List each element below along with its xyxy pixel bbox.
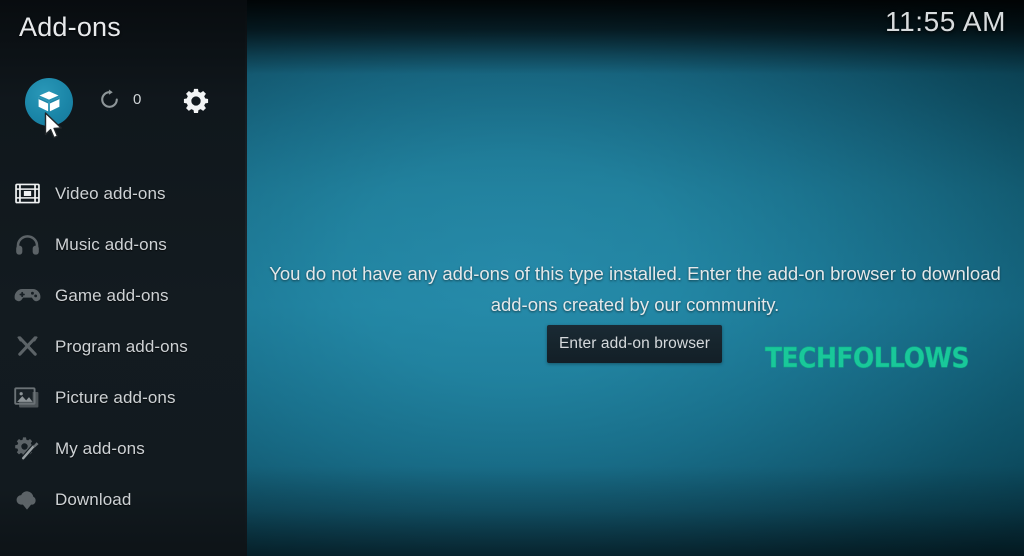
sidebar-item-picture-add-ons[interactable]: Picture add-ons <box>0 372 247 423</box>
page-title: Add-ons <box>19 12 121 42</box>
sidebar-item-music-add-ons[interactable]: Music add-ons <box>0 219 247 270</box>
screwdriver-wrench-icon <box>10 332 44 362</box>
sidebar-item-label: Picture add-ons <box>55 387 176 407</box>
gear-screwdriver-icon <box>10 434 44 464</box>
sidebar-item-video-add-ons[interactable]: Video add-ons <box>0 168 247 219</box>
refresh-icon <box>101 89 118 108</box>
sidebar-item-label: Program add-ons <box>55 336 188 356</box>
clock: 11:55 AM <box>884 6 1006 37</box>
sidebar-item-game-add-ons[interactable]: Game add-ons <box>0 270 247 321</box>
sidebar-item-label: Game add-ons <box>55 285 169 305</box>
arrow-pointer-cursor <box>44 112 62 139</box>
cloud-download-icon <box>10 485 44 515</box>
gear-icon <box>183 88 209 114</box>
sidebar-item-label: Download <box>55 489 132 509</box>
sidebar: Add-ons 0 Video add-ons Music add-ons Ga… <box>0 0 247 556</box>
sidebar-item-label: My add-ons <box>55 438 145 458</box>
techfollows-watermark: TECHFOLLOWS <box>765 341 970 374</box>
kodi-addons-window: You do not have any add-ons of this type… <box>0 0 1024 556</box>
photo-stack-icon <box>10 383 44 413</box>
film-strip-icon <box>10 179 44 209</box>
updates-indicator[interactable]: 0 <box>98 88 141 111</box>
main-content-panel: You do not have any add-ons of this type… <box>247 0 1024 556</box>
settings-button[interactable] <box>182 87 210 120</box>
empty-state-message: You do not have any add-ons of this type… <box>269 263 1001 315</box>
headphones-icon <box>10 230 44 260</box>
gamepad-icon <box>10 281 44 311</box>
enter-addon-browser-button[interactable]: Enter add-on browser <box>547 325 722 363</box>
sidebar-item-label: Video add-ons <box>55 183 166 203</box>
sidebar-item-download[interactable]: Download <box>0 474 247 525</box>
updates-count: 0 <box>133 91 142 108</box>
sidebar-item-label: Music add-ons <box>55 234 167 254</box>
sidebar-toolbar: 0 <box>0 78 247 130</box>
sidebar-menu: Video add-ons Music add-ons Game add-ons… <box>0 168 247 525</box>
empty-state: You do not have any add-ons of this type… <box>247 0 1024 556</box>
sidebar-item-program-add-ons[interactable]: Program add-ons <box>0 321 247 372</box>
sidebar-item-my-add-ons[interactable]: My add-ons <box>0 423 247 474</box>
